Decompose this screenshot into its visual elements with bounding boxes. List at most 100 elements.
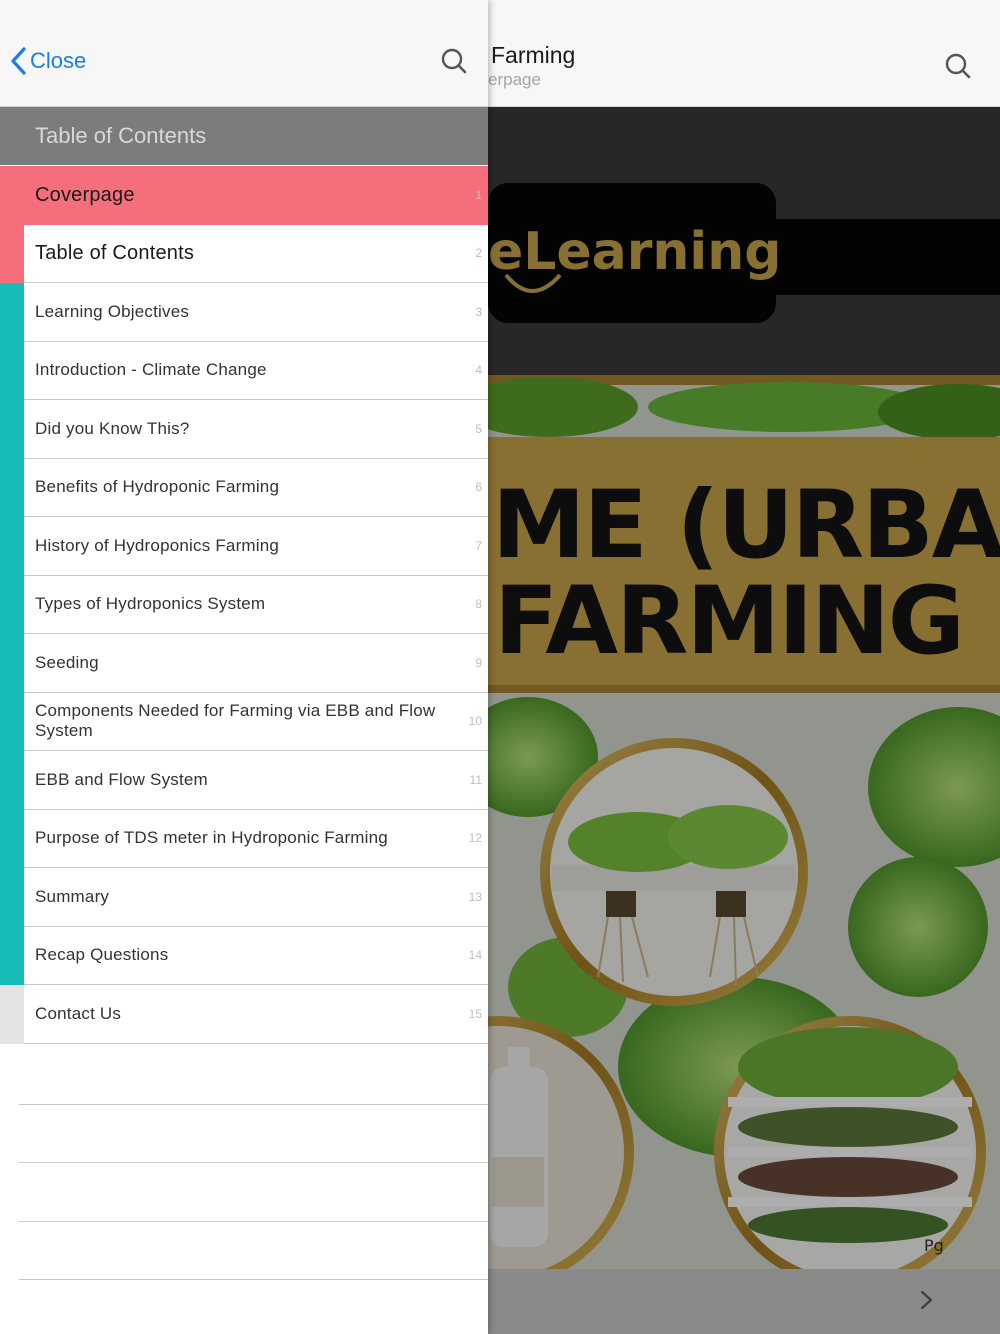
toc-item-body: Benefits of Hydroponic Farming 6 <box>24 459 488 517</box>
toc-item[interactable]: Contact Us 15 <box>0 985 488 1044</box>
toc-item-page-number: 2 <box>475 246 482 261</box>
toc-item-body: Seeding 9 <box>24 634 488 693</box>
toc-item[interactable]: Recap Questions 14 <box>0 926 488 985</box>
toc-item[interactable]: Introduction - Climate Change 4 <box>0 341 488 400</box>
toc-item-page-number: 15 <box>468 1006 482 1021</box>
toc-item[interactable]: EBB and Flow System 11 <box>0 751 488 810</box>
toc-item-page-number: 6 <box>475 480 482 495</box>
toc-item-indicator <box>0 751 24 810</box>
toc-item[interactable]: Seeding 9 <box>0 634 488 693</box>
chevron-right-icon[interactable] <box>916 1288 938 1312</box>
toc-item-page-number: 1 <box>475 188 482 203</box>
toc-item-label: Components Needed for Farming via EBB an… <box>35 701 436 741</box>
toc-item-page-number: 3 <box>475 304 482 319</box>
toc-item-body: Contact Us 15 <box>24 985 488 1044</box>
toc-item-label: History of Hydroponics Farming <box>35 535 280 555</box>
toc-empty-rows <box>0 1046 488 1280</box>
toc-item-page-number: 8 <box>475 597 482 612</box>
toc-item-body: Table of Contents 2 <box>24 224 488 283</box>
toc-item-page-number: 12 <box>468 831 482 846</box>
toc-item-body: EBB and Flow System 11 <box>24 751 488 810</box>
toc-list: Coverpage 1 Table of Contents 2 Learning Obj… <box>0 166 488 1044</box>
search-icon[interactable] <box>440 47 468 75</box>
close-button[interactable]: Close <box>8 44 86 78</box>
toc-item-label: Purpose of TDS meter in Hydroponic Farmi… <box>35 828 388 848</box>
document-header: Farming erpage <box>488 0 1000 107</box>
toc-item-label: Contact Us <box>35 1003 122 1023</box>
cover-illustration: eLearning ME (URBAN) FARMING <box>488 107 1000 1269</box>
toc-item[interactable]: Learning Objectives 3 <box>0 283 488 342</box>
document-title: Farming <box>491 42 576 68</box>
toc-item-body: Summary 13 <box>24 868 488 927</box>
toc-item-label: Coverpage <box>35 184 135 207</box>
toc-item-label: Summary <box>35 886 110 906</box>
toc-item-page-number: 10 <box>468 714 482 729</box>
toc-item[interactable]: Components Needed for Farming via EBB an… <box>0 692 488 751</box>
toc-item[interactable]: Summary 13 <box>0 868 488 927</box>
toc-item-indicator <box>0 400 24 459</box>
toc-item-page-number: 4 <box>475 363 482 378</box>
search-icon[interactable] <box>944 52 972 80</box>
toc-item-body: Components Needed for Farming via EBB an… <box>24 693 488 751</box>
page-footer-bar <box>488 1269 1000 1334</box>
toc-item-indicator <box>0 224 24 283</box>
toc-item-label: Benefits of Hydroponic Farming <box>35 477 280 497</box>
toc-item-body: Recap Questions 14 <box>24 927 488 985</box>
toc-item[interactable]: Benefits of Hydroponic Farming 6 <box>0 458 488 517</box>
toc-item-label: Types of Hydroponics System <box>35 594 266 614</box>
toc-item-indicator <box>0 458 24 517</box>
toc-item-label: Recap Questions <box>35 945 169 965</box>
toc-item-page-number: 11 <box>469 772 482 787</box>
close-button-label: Close <box>30 48 87 73</box>
toc-item[interactable]: Types of Hydroponics System 8 <box>0 575 488 634</box>
toc-item-body: Purpose of TDS meter in Hydroponic Farmi… <box>24 810 488 868</box>
toc-item-body: Learning Objectives 3 <box>24 283 488 342</box>
toc-item[interactable]: History of Hydroponics Farming 7 <box>0 517 488 576</box>
toc-item-body: History of Hydroponics Farming 7 <box>24 517 488 576</box>
toc-item-page-number: 7 <box>475 538 482 553</box>
toc-panel: Close Table of Contents Coverpage 1 Table … <box>0 0 488 1334</box>
toc-header-label: Table of Contents <box>35 123 207 148</box>
toc-item-indicator <box>0 517 24 576</box>
toc-item-body: Did you Know This? 5 <box>24 400 488 459</box>
toc-item-page-number: 9 <box>475 655 482 670</box>
page-footer-mark: Pg <box>924 1236 944 1255</box>
toc-item-label: Learning Objectives <box>35 301 190 321</box>
toc-item-label: EBB and Flow System <box>35 769 208 789</box>
toc-item-body: Coverpage 1 <box>24 166 488 225</box>
toc-item-indicator <box>0 809 24 868</box>
toc-item[interactable]: Table of Contents 2 <box>0 224 488 283</box>
toc-item-indicator <box>0 692 24 751</box>
empty-row <box>19 1046 488 1105</box>
toc-panel-header: Close <box>0 0 488 107</box>
toc-item-body: Introduction - Climate Change 4 <box>24 342 488 400</box>
cover-title-line2: FARMING <box>494 567 963 676</box>
toc-item-indicator <box>0 166 24 225</box>
toc-item-indicator <box>0 926 24 985</box>
toc-item-page-number: 5 <box>475 421 482 436</box>
toc-item-label: Introduction - Climate Change <box>35 360 267 380</box>
toc-item-indicator <box>0 283 24 342</box>
toc-item-indicator <box>0 985 24 1044</box>
logo-text: eLearning <box>488 222 782 282</box>
toc-item-page-number: 14 <box>468 948 482 963</box>
cover-page-image[interactable]: eLearning ME (URBAN) FARMING <box>488 107 1000 1269</box>
toc-item[interactable]: Purpose of TDS meter in Hydroponic Farmi… <box>0 809 488 868</box>
toc-item-indicator <box>0 575 24 634</box>
toc-item-indicator <box>0 341 24 400</box>
empty-row <box>19 1222 488 1280</box>
empty-row <box>19 1105 488 1163</box>
toc-item[interactable]: Did you Know This? 5 <box>0 400 488 459</box>
toc-item-indicator <box>0 868 24 927</box>
toc-section-header: Table of Contents <box>0 107 488 165</box>
toc-item-label: Did you Know This? <box>35 418 190 438</box>
document-subtitle: erpage <box>488 70 541 89</box>
toc-item-body: Types of Hydroponics System 8 <box>24 576 488 634</box>
toc-item[interactable]: Coverpage 1 <box>0 166 488 225</box>
cover-title-line1: ME (URBAN) <box>492 471 1000 580</box>
toc-item-page-number: 13 <box>468 889 482 904</box>
toc-item-label: Seeding <box>35 652 99 672</box>
chevron-left-icon <box>11 47 26 75</box>
document-viewer: Farming erpage eLearning ME (URBA FARMIN… <box>488 0 1000 1334</box>
toc-item-label: Table of Contents <box>35 242 195 265</box>
